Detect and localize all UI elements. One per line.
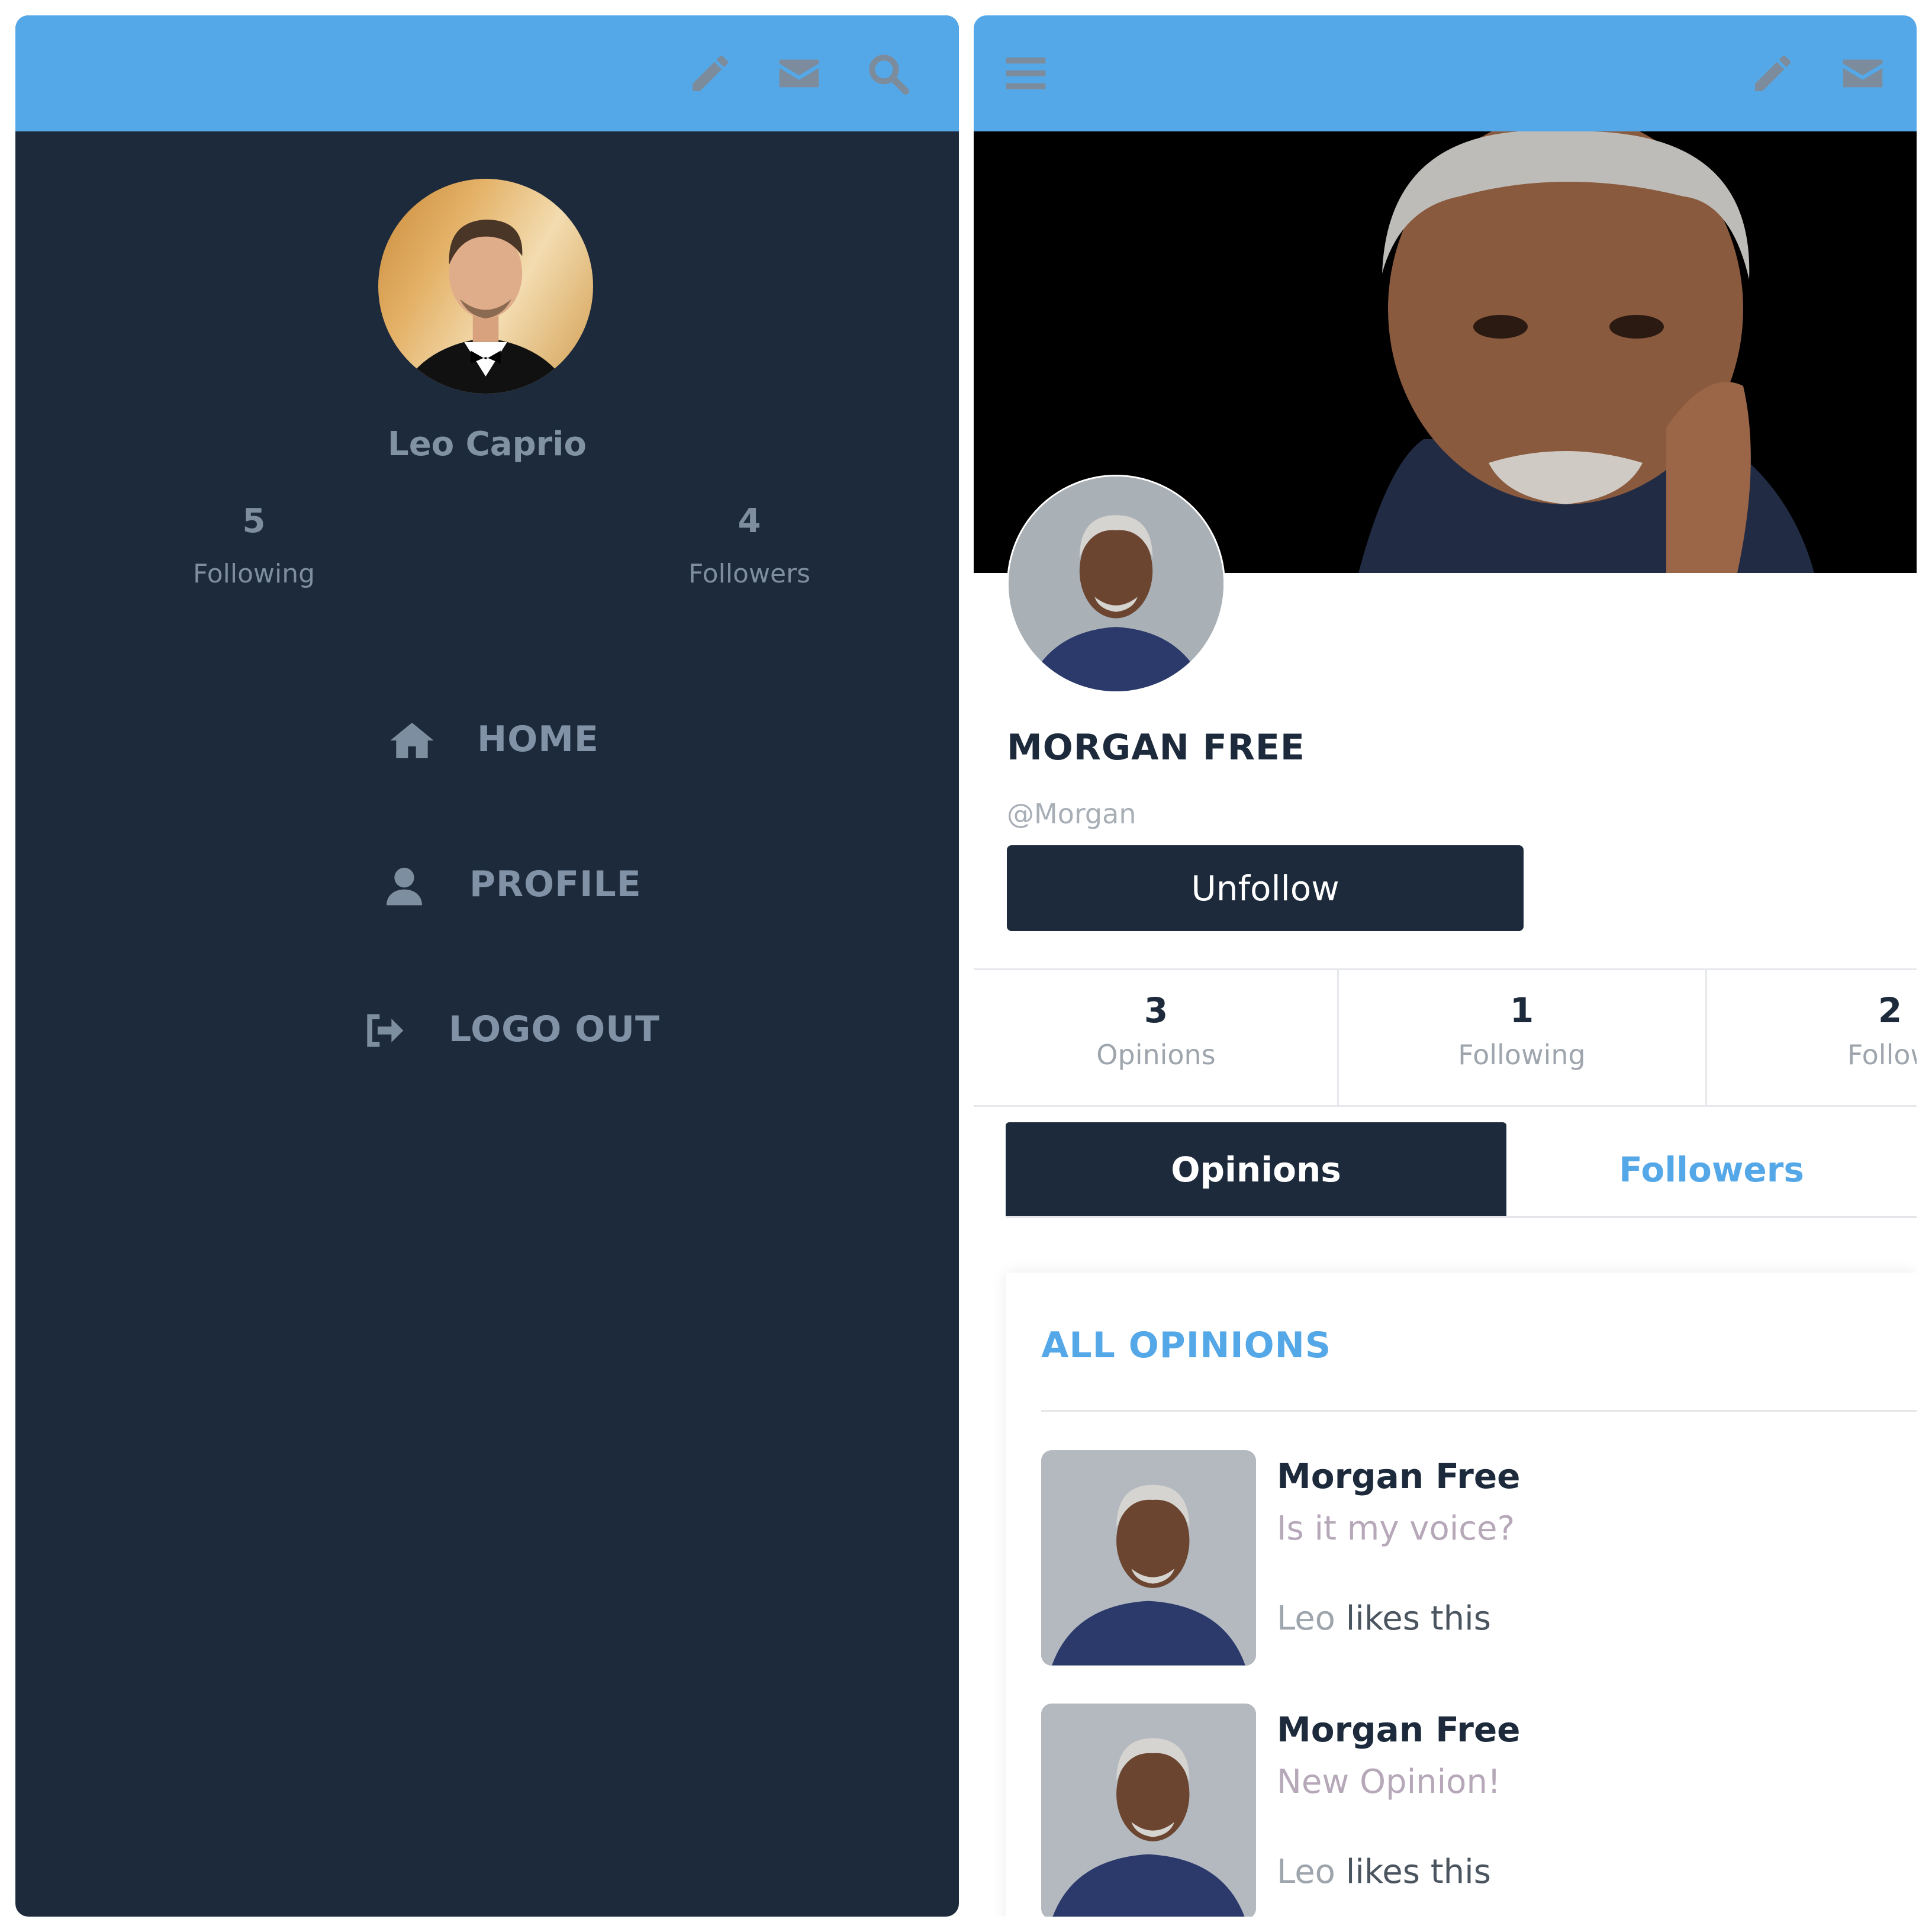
liker-name[interactable]: Leo: [1277, 1599, 1335, 1638]
tab-followers[interactable]: Followers: [1506, 1122, 1917, 1217]
stat-value: 2: [1878, 990, 1902, 1031]
top-bar: [974, 15, 1917, 131]
profile-stats: 3 Opinions 1 Following 2 Follow: [974, 968, 1917, 1107]
opinion-author[interactable]: Morgan Free: [1277, 1709, 1521, 1750]
logout-icon: [360, 1007, 407, 1054]
profile-page: MORGAN FREE @Morgan Unfollow 3 Opinions …: [974, 15, 1917, 1917]
menu-label: LOGO OUT: [449, 1009, 660, 1050]
tab-underline: [1006, 1216, 1917, 1218]
opinion-thumbnail: [1041, 1704, 1256, 1917]
menu-item-profile[interactable]: PROFILE: [381, 853, 641, 918]
stat-opinions[interactable]: 3 Opinions: [974, 970, 1338, 1105]
avatar[interactable]: [1007, 475, 1225, 693]
pencil-icon[interactable]: [1749, 50, 1796, 97]
stat-following[interactable]: 1 Following: [1338, 970, 1705, 1105]
opinions-title: ALL OPINIONS: [1041, 1325, 1332, 1366]
envelope-icon[interactable]: [1839, 50, 1886, 97]
menu-label: PROFILE: [469, 864, 642, 905]
opinion-thumbnail: [1041, 1450, 1256, 1666]
stat-label: Opinions: [1096, 1039, 1216, 1071]
opinion-text: New Opinion!: [1277, 1763, 1501, 1801]
stat-value: 3: [1144, 990, 1168, 1031]
list-item[interactable]: Morgan Free New Opinion! Leo likes this: [1041, 1704, 1917, 1917]
opinions-card: ALL OPINIONS Morgan Free Is it my voice?…: [1006, 1273, 1917, 1917]
opinion-likes: Leo likes this: [1277, 1599, 1491, 1638]
opinion-likes: Leo likes this: [1277, 1853, 1491, 1891]
liker-name[interactable]: Leo: [1277, 1853, 1335, 1891]
hamburger-menu-icon[interactable]: [1002, 50, 1049, 97]
pencil-icon[interactable]: [687, 50, 734, 97]
top-bar: [15, 15, 959, 131]
profile-name: MORGAN FREE: [1007, 727, 1305, 768]
likes-text: likes this: [1335, 1853, 1491, 1891]
list-item[interactable]: Morgan Free Is it my voice? Leo likes th…: [1041, 1450, 1917, 1666]
user-icon: [381, 862, 428, 909]
following-count: 5: [242, 502, 266, 540]
divider: [1041, 1410, 1917, 1412]
stat-label: Following: [1458, 1039, 1586, 1071]
search-icon[interactable]: [864, 50, 912, 97]
stat-followers[interactable]: 2 Follow: [1706, 970, 1917, 1105]
followers-count: 4: [738, 502, 761, 540]
menu-item-home[interactable]: HOME: [388, 708, 625, 773]
menu-item-logout[interactable]: LOGO OUT: [360, 998, 659, 1063]
following-label[interactable]: Following: [106, 559, 402, 589]
menu-label: HOME: [477, 719, 599, 760]
unfollow-button[interactable]: Unfollow: [1007, 845, 1524, 931]
opinion-author[interactable]: Morgan Free: [1277, 1456, 1521, 1496]
profile-handle: @Morgan: [1007, 798, 1136, 830]
followers-label[interactable]: Followers: [601, 559, 897, 589]
envelope-icon[interactable]: [775, 50, 823, 97]
user-name: Leo Caprio: [388, 425, 587, 463]
stat-value: 1: [1509, 990, 1534, 1031]
home-icon: [388, 717, 436, 764]
sidebar-drawer: Leo Caprio 5 Following 4 Followers HOME …: [15, 15, 959, 1917]
avatar[interactable]: [378, 179, 593, 394]
opinion-text: Is it my voice?: [1277, 1509, 1515, 1548]
likes-text: likes this: [1335, 1599, 1491, 1638]
tab-opinions[interactable]: Opinions: [1006, 1122, 1506, 1217]
stat-label: Follow: [1847, 1039, 1917, 1071]
